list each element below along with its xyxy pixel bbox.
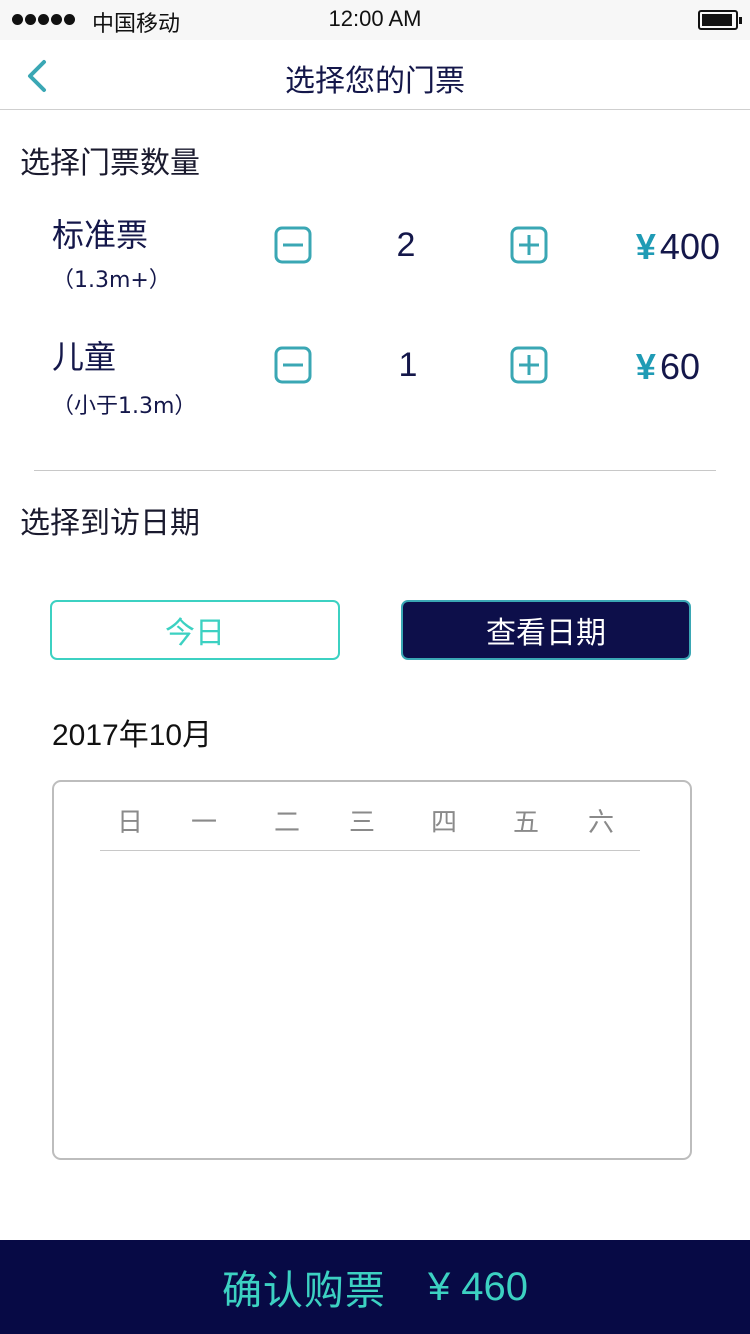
price-value: 400 bbox=[659, 226, 720, 267]
price-value: 60 bbox=[659, 346, 700, 387]
page-title: 选择您的门票 bbox=[285, 64, 465, 99]
yen-symbol: ¥ bbox=[635, 226, 656, 267]
increase-standard-button[interactable] bbox=[510, 226, 548, 264]
ticket-name: 标准票 bbox=[52, 216, 149, 254]
weekday-label: 四 bbox=[430, 808, 457, 838]
standard-price: ¥ 400 bbox=[636, 226, 720, 268]
yen-symbol: ¥ bbox=[635, 346, 656, 387]
calendar-header-divider bbox=[100, 850, 640, 851]
increase-child-button[interactable] bbox=[510, 346, 548, 384]
month-label: 2017年10月 bbox=[52, 719, 213, 752]
decrease-standard-button[interactable] bbox=[274, 226, 312, 264]
weekday-label: 日 bbox=[116, 808, 143, 838]
ticket-note: （1.3m+） bbox=[52, 268, 171, 293]
child-price: ¥ 60 bbox=[636, 346, 700, 388]
ticket-note: （小于1.3m） bbox=[52, 394, 197, 419]
ticket-row-standard: 标准票 （1.3m+） 2 ¥ 400 bbox=[0, 210, 750, 310]
ticket-section-title: 选择门票数量 bbox=[20, 146, 200, 181]
section-divider bbox=[34, 470, 716, 471]
date-section-title: 选择到访日期 bbox=[20, 506, 200, 541]
status-bar: 中国移动 12:00 AM bbox=[0, 0, 750, 40]
calendar: 日 一 二 三 四 五 六 bbox=[52, 780, 692, 1160]
decrease-child-button[interactable] bbox=[274, 346, 312, 384]
weekday-label: 三 bbox=[348, 808, 375, 838]
standard-quantity: 2 bbox=[396, 226, 416, 264]
weekday-label: 二 bbox=[273, 808, 300, 838]
weekday-label: 一 bbox=[190, 808, 217, 838]
plus-square-icon bbox=[510, 346, 548, 384]
battery-icon bbox=[698, 10, 742, 30]
minus-square-icon bbox=[274, 226, 312, 264]
status-time: 12:00 AM bbox=[328, 6, 422, 31]
child-quantity: 1 bbox=[398, 346, 418, 384]
total-price: ¥ 460 bbox=[427, 1264, 529, 1309]
minus-square-icon bbox=[274, 346, 312, 384]
ticket-row-child: 儿童 （小于1.3m） 1 ¥ 60 bbox=[0, 332, 750, 432]
plus-square-icon bbox=[510, 226, 548, 264]
view-dates-button[interactable]: 查看日期 bbox=[401, 600, 691, 660]
nav-bar: 选择您的门票 bbox=[0, 40, 750, 110]
confirm-purchase-label: 确认购票 bbox=[221, 1268, 386, 1314]
confirm-purchase-button[interactable]: 确认购票 ¥ 460 bbox=[0, 1240, 750, 1334]
weekday-label: 六 bbox=[587, 808, 614, 838]
today-button[interactable]: 今日 bbox=[50, 600, 340, 660]
weekday-label: 五 bbox=[512, 808, 539, 838]
ticket-name: 儿童 bbox=[52, 338, 117, 376]
